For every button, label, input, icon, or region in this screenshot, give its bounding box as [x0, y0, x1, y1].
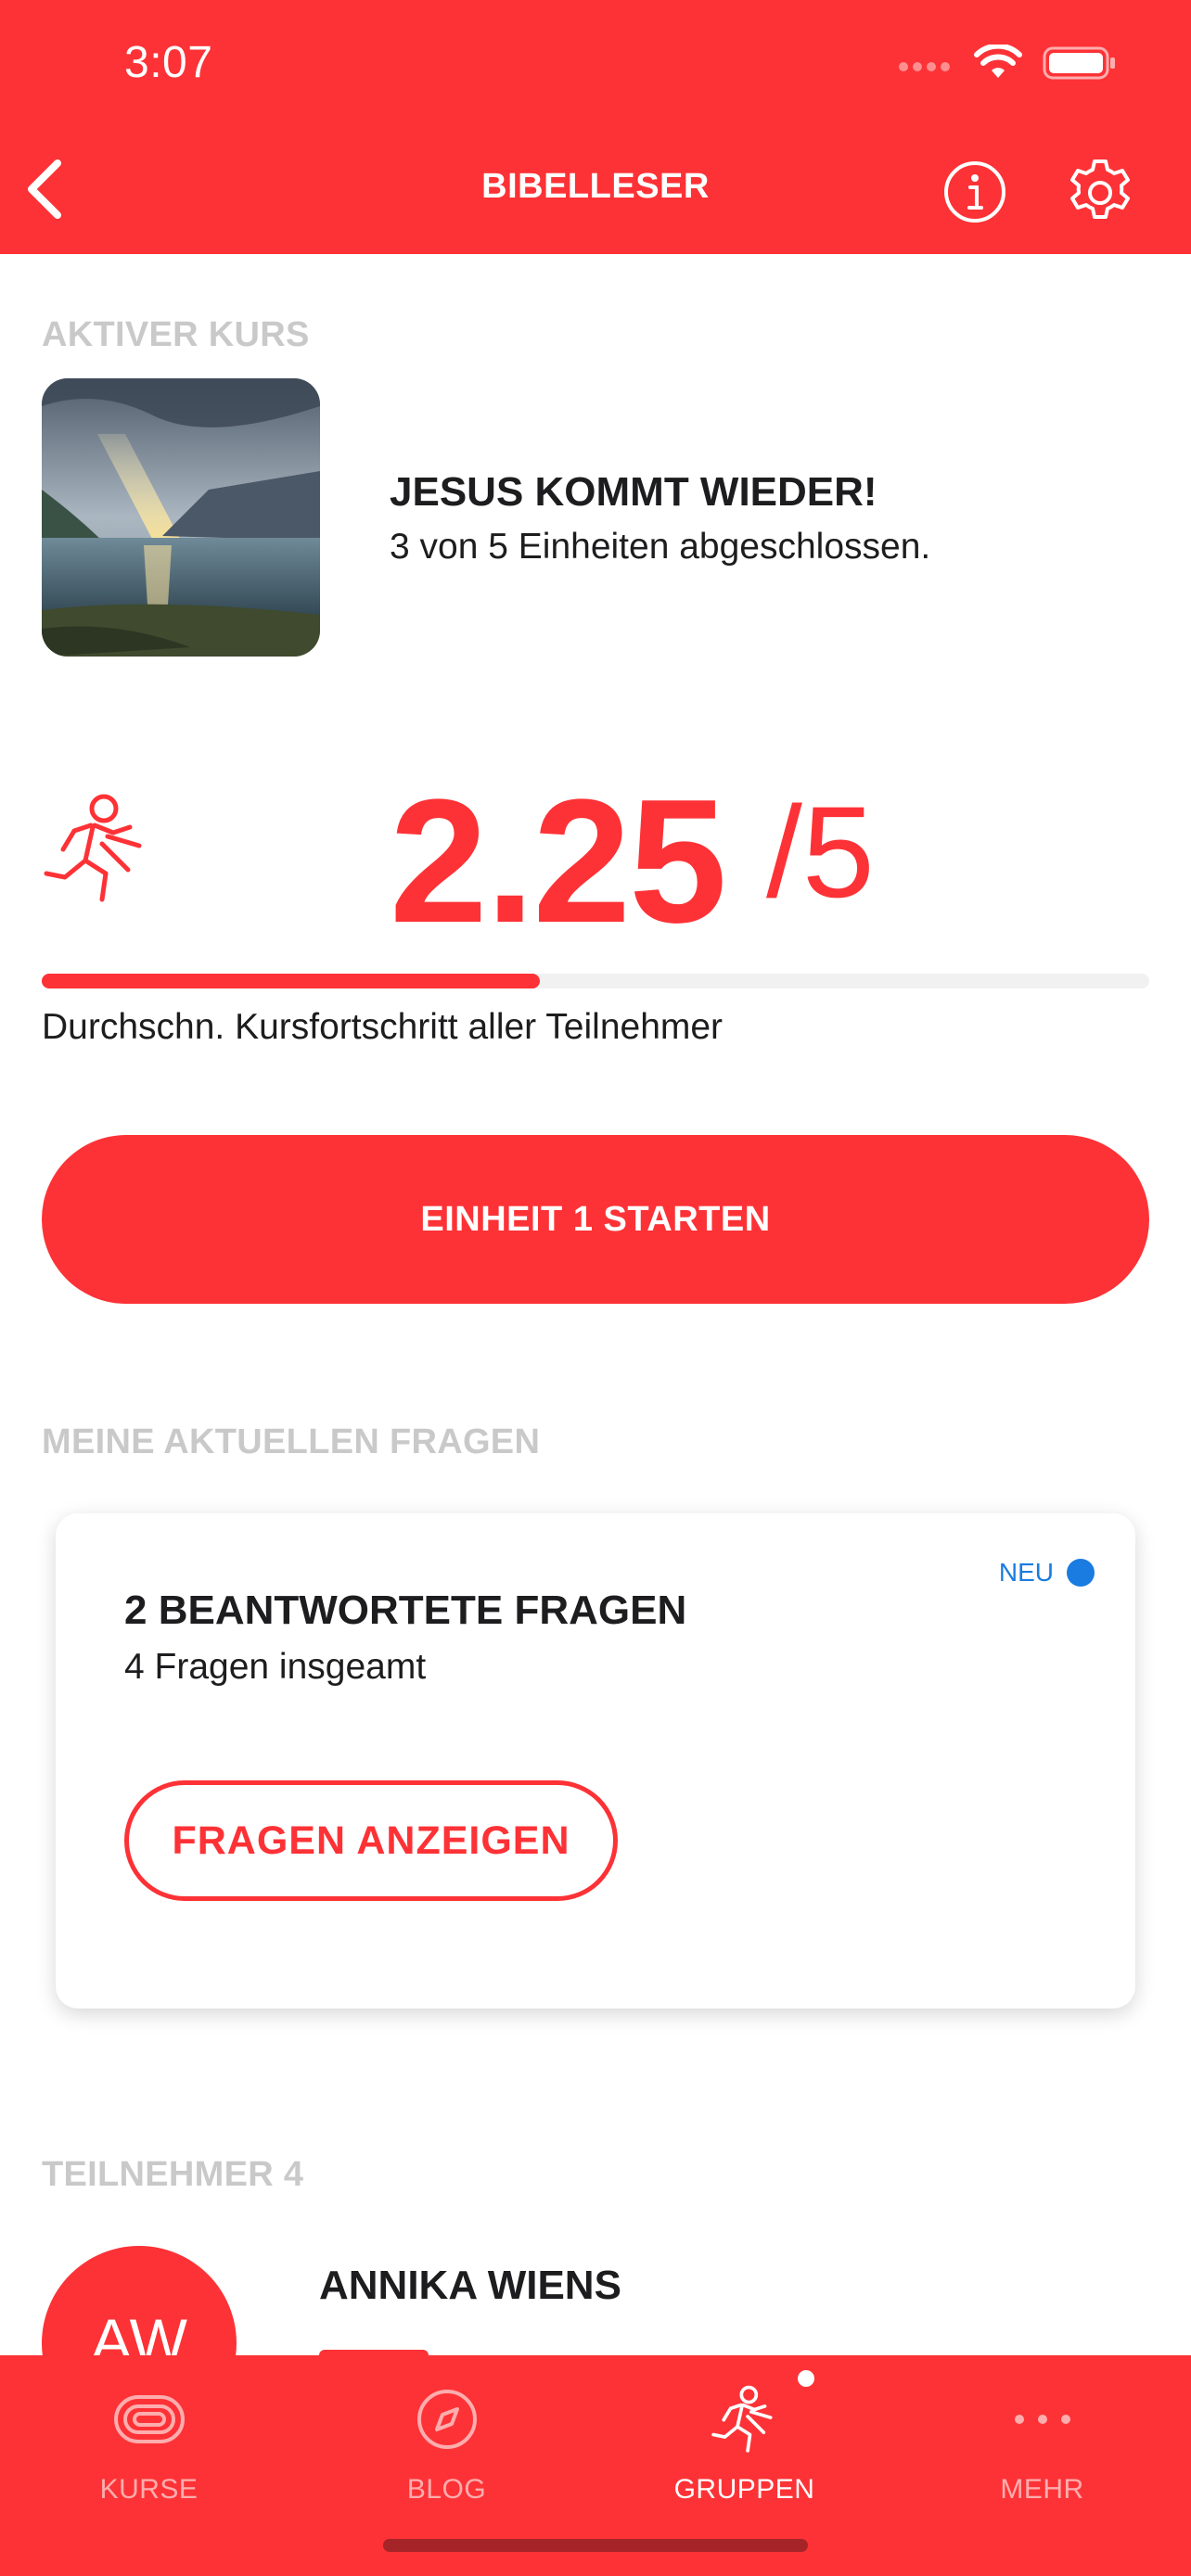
tab-blog[interactable]: BLOG [298, 2355, 596, 2541]
participant-name[interactable]: ANNIKA WIENS [319, 2263, 621, 2309]
progress-caption: Durchschn. Kursfortschritt aller Teilneh… [42, 1007, 724, 1047]
tab-gruppen[interactable]: GRUPPEN [596, 2355, 893, 2541]
tab-kurse[interactable]: KURSE [0, 2355, 298, 2541]
new-badge: NEU [999, 1558, 1095, 1588]
compass-icon [405, 2378, 489, 2461]
info-icon [944, 161, 1005, 223]
average-score: 2.25 [390, 763, 727, 960]
tab-label: GRUPPEN [673, 2474, 815, 2505]
tab-mehr[interactable]: MEHR [893, 2355, 1191, 2541]
track-icon [108, 2378, 191, 2461]
score-max: /5 [766, 779, 875, 925]
cellular-signal-icon [899, 62, 950, 71]
landscape-image [42, 378, 320, 657]
questions-subtitle: 4 Fragen insgeamt [124, 1647, 427, 1687]
tab-label: MEHR [1000, 2474, 1084, 2505]
participants-label: TEILNEHMER 4 [42, 2155, 304, 2194]
course-title: JESUS KOMMT WIEDER! [390, 469, 877, 515]
start-unit-button[interactable]: EINHEIT 1 STARTEN [42, 1135, 1149, 1304]
progress-bar [42, 974, 1149, 988]
notification-dot [798, 2370, 814, 2387]
tab-label: KURSE [99, 2474, 198, 2505]
settings-button[interactable] [1063, 156, 1137, 230]
active-course-label: AKTIVER KURS [42, 315, 310, 354]
status-time: 3:07 [124, 38, 213, 87]
tab-label: BLOG [406, 2474, 487, 2505]
runner-icon [44, 794, 142, 902]
more-icon [1001, 2378, 1084, 2461]
battery-icon [1043, 46, 1115, 80]
show-questions-button[interactable]: FRAGEN ANZEIGEN [124, 1780, 618, 1901]
wifi-icon [974, 45, 1022, 78]
home-indicator [383, 2539, 808, 2552]
new-dot-icon [1067, 1559, 1095, 1587]
page-title: BIBELLESER [481, 167, 710, 206]
top-bar: 3:07 BIBELLESER [0, 0, 1191, 254]
questions-label: MEINE AKTUELLEN FRAGEN [42, 1422, 541, 1461]
progress-fill [42, 974, 541, 988]
questions-title: 2 BEANTWORTETE FRAGEN [124, 1588, 687, 1633]
course-subtitle: 3 von 5 Einheiten abgeschlossen. [390, 527, 931, 567]
status-icons [898, 45, 1117, 82]
runner-icon [703, 2378, 787, 2461]
gear-icon [1070, 159, 1130, 219]
questions-card: NEU 2 BEANTWORTETE FRAGEN 4 Fragen insge… [56, 1513, 1135, 2009]
new-badge-label: NEU [998, 1558, 1054, 1587]
course-image[interactable] [42, 378, 320, 657]
info-button[interactable] [942, 159, 1007, 224]
